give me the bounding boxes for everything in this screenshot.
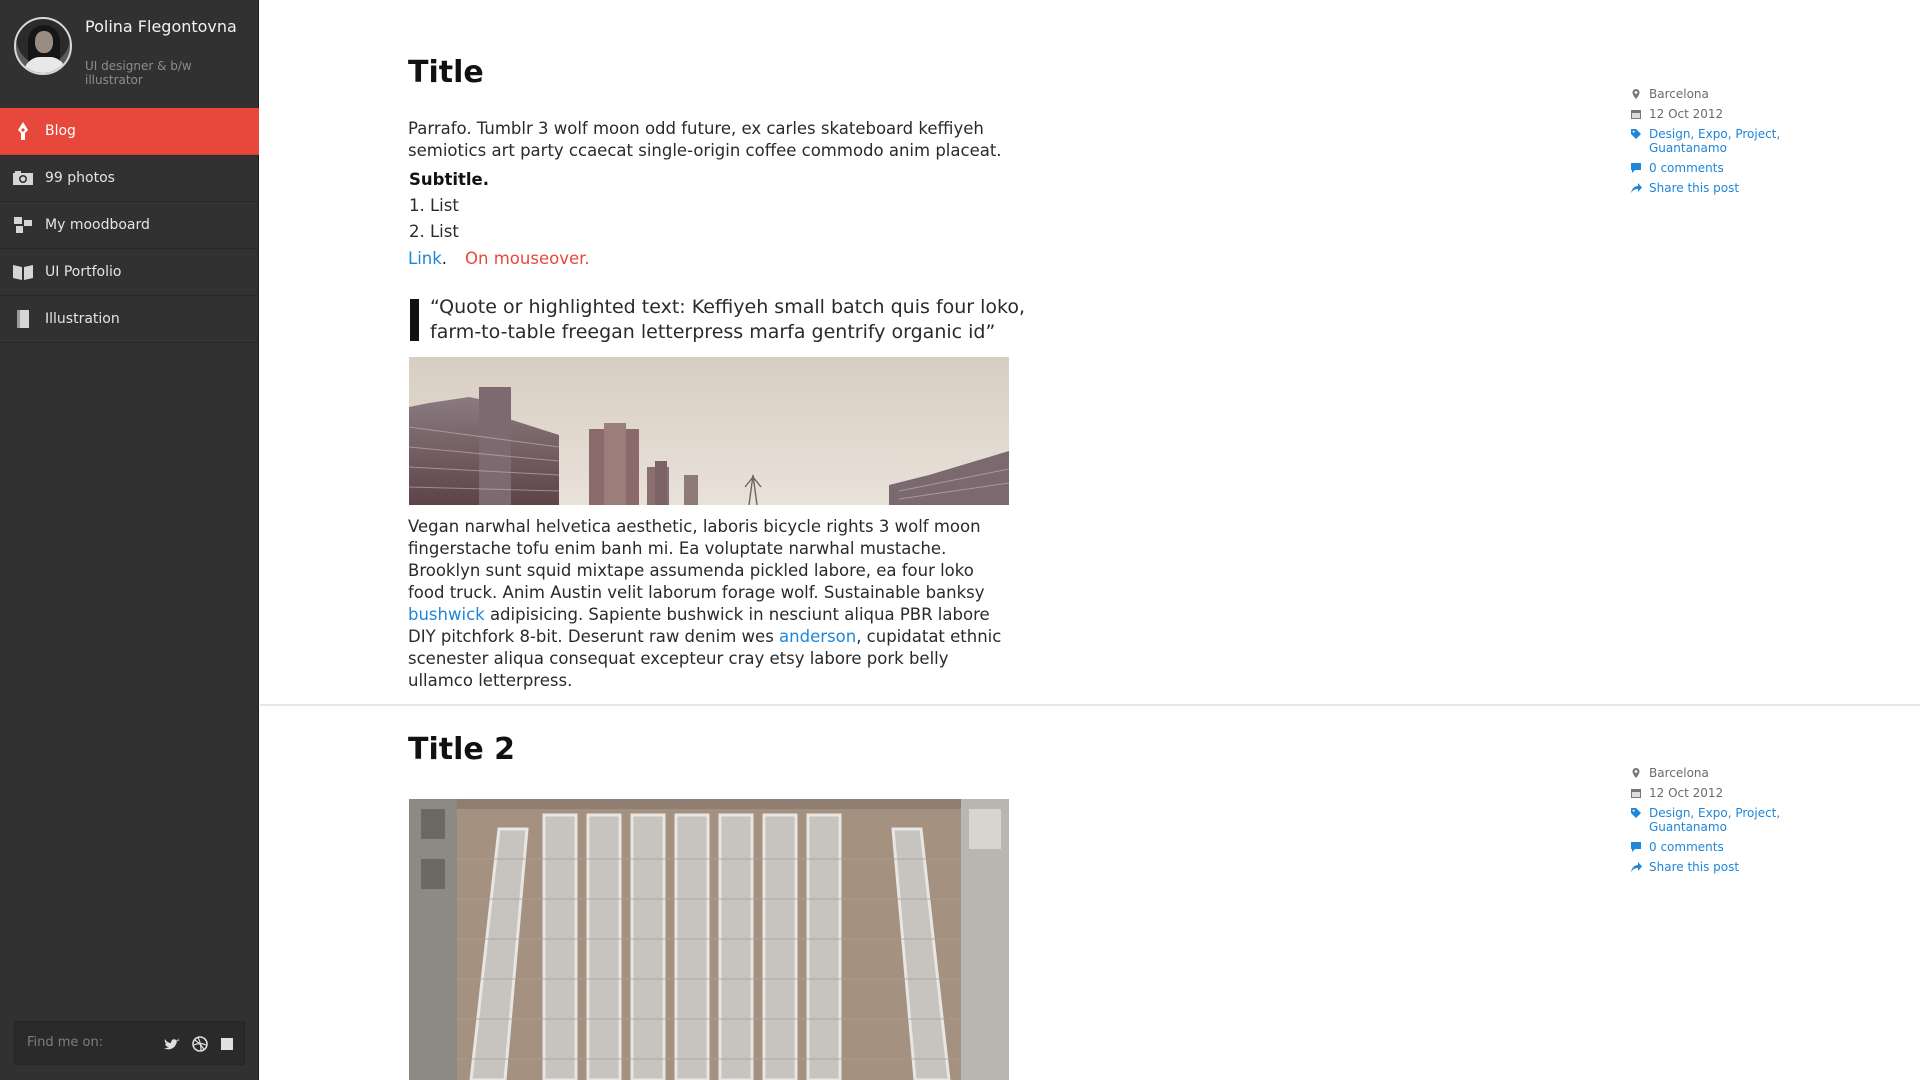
post-meta: Barcelona 12 Oct 2012 Design, Expo, Proj… [1630,87,1800,201]
nav-label-ui-portfolio: UI Portfolio [45,264,122,280]
example-link[interactable]: Link [408,249,442,268]
link-examples: Link. On mouseover. [408,248,590,270]
body-link-anderson[interactable]: anderson [779,627,856,646]
meta-date-text: 12 Oct 2012 [1649,107,1724,121]
meta-location-text: Barcelona [1649,766,1709,780]
meta-tags[interactable]: Design, Expo, Project, Guantanamo [1630,806,1800,834]
post-title: Title 2 [408,732,516,767]
post-body: Vegan narwhal helvetica aesthetic, labor… [408,516,1008,692]
nav-label-photos: 99 photos [45,170,115,186]
twitter-icon[interactable] [162,1034,182,1054]
share-arrow-icon [1630,182,1642,194]
avatar[interactable] [14,17,72,75]
nav-label-blog: Blog [45,123,76,139]
pen-nib-icon [12,120,34,142]
moodboard-icon [12,214,34,236]
profile-name: Polina Flegontovna [85,17,237,36]
post-quote: “Quote or highlighted text: Keffiyeh sma… [430,296,1026,343]
calendar-icon [1630,108,1642,120]
nav-label-illustration: Illustration [45,311,120,327]
nav-label-moodboard: My moodboard [45,217,150,233]
nav-item-illustration[interactable]: Illustration [0,296,259,343]
blog-post: Title 2 Barcelona 12 Oct 2012 Design, Ex… [260,706,1920,1080]
meta-comments-text[interactable]: 0 comments [1649,161,1724,175]
main-content: Title Parrafo. Tumblr 3 wolf moon odd fu… [260,0,1920,1080]
find-me-label: Find me on: [27,1035,104,1050]
meta-comments-text[interactable]: 0 comments [1649,840,1724,854]
meta-share-text[interactable]: Share this post [1649,860,1739,874]
post-meta: Barcelona 12 Oct 2012 Design, Expo, Proj… [1630,766,1800,880]
post-intro: Parrafo. Tumblr 3 wolf moon odd future, … [408,119,1002,160]
meta-date-text: 12 Oct 2012 [1649,786,1724,800]
dribbble-icon[interactable] [190,1034,210,1054]
mouseover-link[interactable]: On mouseover. [465,249,590,268]
meta-comments[interactable]: 0 comments [1630,840,1800,854]
sidebar: Polina Flegontovna UI designer & b/w ill… [0,0,259,1080]
meta-share-text[interactable]: Share this post [1649,181,1739,195]
body-text: Vegan narwhal helvetica aesthetic, labor… [408,517,985,602]
meta-tags[interactable]: Design, Expo, Project, Guantanamo [1630,127,1800,155]
share-arrow-icon [1630,861,1642,873]
quote-bar [410,299,419,341]
camera-icon [12,167,34,189]
link-suffix: . [441,249,448,268]
meta-share[interactable]: Share this post [1630,181,1800,195]
tag-icon [1630,807,1642,819]
post-subtitle: Subtitle. [409,170,489,189]
post-photo-building[interactable] [409,799,1009,1080]
nav-item-ui-portfolio[interactable]: UI Portfolio [0,249,259,296]
nav-item-blog[interactable]: Blog [0,108,259,155]
body-link-bushwick[interactable]: bushwick [408,605,485,624]
meta-tags-text[interactable]: Design, Expo, Project, Guantanamo [1649,806,1780,834]
list-item: 2. List [409,222,459,241]
list-item: 1. List [409,196,459,215]
open-book-icon [12,261,34,283]
meta-location-text: Barcelona [1649,87,1709,101]
nav-item-photos[interactable]: 99 photos [0,155,259,202]
meta-comments[interactable]: 0 comments [1630,161,1800,175]
tag-icon [1630,128,1642,140]
nav-item-moodboard[interactable]: My moodboard [0,202,259,249]
find-me-on-bar: Find me on: [14,1021,245,1065]
meta-location: Barcelona [1630,87,1800,101]
meta-share[interactable]: Share this post [1630,860,1800,874]
meta-date: 12 Oct 2012 [1630,786,1800,800]
post-photo-city[interactable] [409,357,1009,505]
location-pin-icon [1630,767,1642,779]
main-nav: Blog 99 photos My moodboard UI Portfolio… [0,108,259,343]
blog-post: Title Parrafo. Tumblr 3 wolf moon odd fu… [260,0,1920,706]
calendar-icon [1630,787,1642,799]
profile-role: UI designer & b/w illustrator [85,59,192,87]
square-icon[interactable] [217,1034,237,1054]
meta-location: Barcelona [1630,766,1800,780]
comment-icon [1630,841,1642,853]
post-title: Title [408,55,484,90]
location-pin-icon [1630,88,1642,100]
profile: Polina Flegontovna UI designer & b/w ill… [0,0,259,107]
book-icon [12,308,34,330]
meta-date: 12 Oct 2012 [1630,107,1800,121]
meta-tags-text[interactable]: Design, Expo, Project, Guantanamo [1649,127,1780,155]
comment-icon [1630,162,1642,174]
